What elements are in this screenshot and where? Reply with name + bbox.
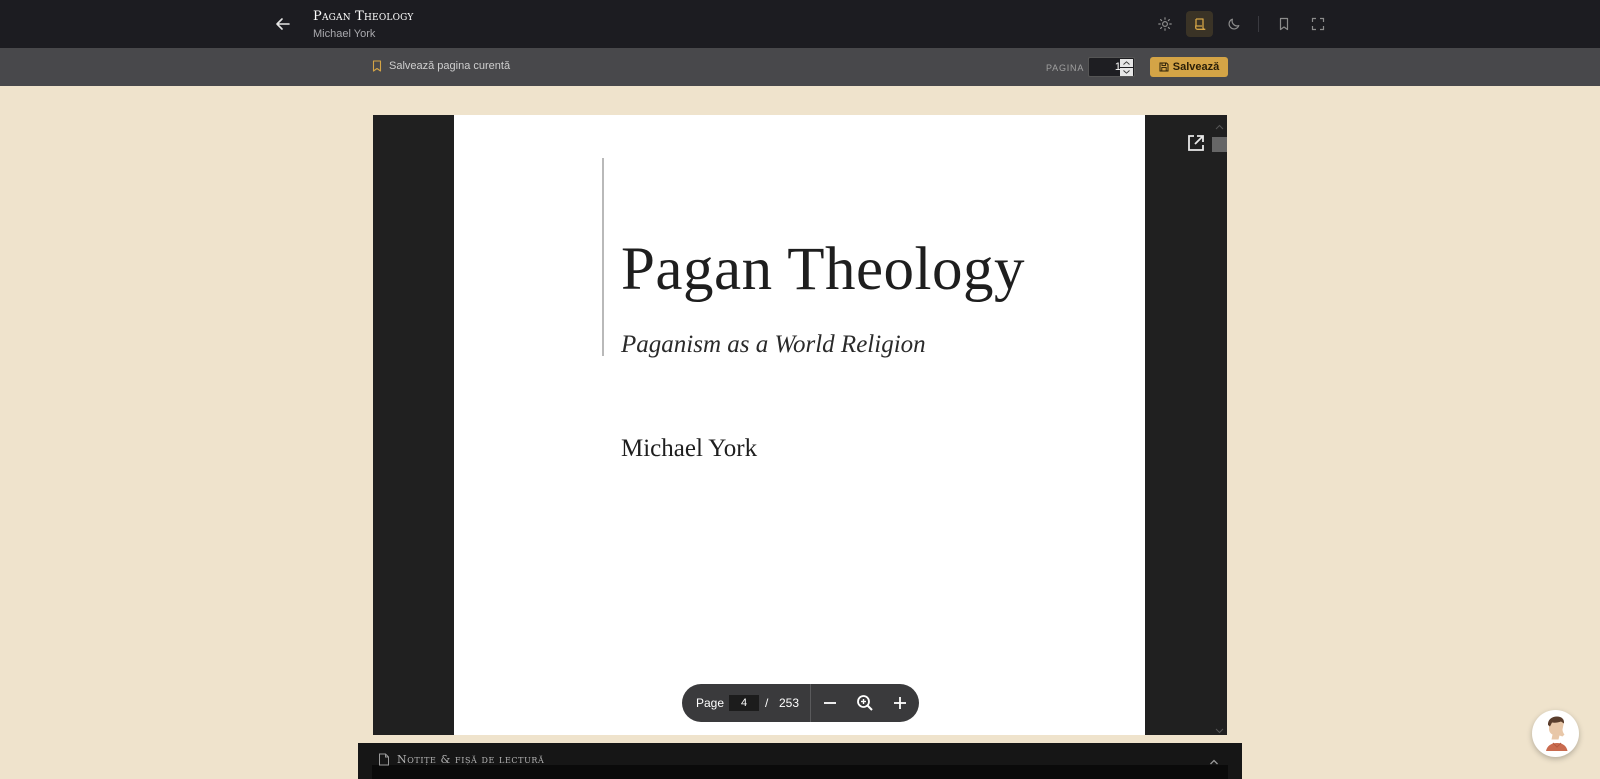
total-pages: 253 — [779, 696, 800, 710]
page-separator: / — [765, 696, 769, 710]
pdf-viewer: Pagan Theology Paganism as a World Relig… — [373, 115, 1227, 735]
notes-panel: Notițe & fișă de lectură — [358, 743, 1242, 779]
viewer-scrollbar[interactable] — [1212, 115, 1227, 735]
open-in-new-window-button[interactable] — [1186, 133, 1206, 153]
title-block: Pagan Theology Michael York — [313, 9, 414, 41]
save-button[interactable]: Salvează — [1150, 57, 1228, 77]
bust-portrait-icon — [1546, 716, 1568, 751]
chevron-down-icon — [1215, 728, 1224, 734]
document-subtitle: Paganism as a World Religion — [621, 331, 926, 358]
top-bar: Pagan Theology Michael York — [0, 0, 1600, 48]
bookmark-icon — [372, 60, 382, 72]
save-current-page-link[interactable]: Salvează pagina curentă — [372, 60, 510, 72]
chevron-up-icon — [1215, 124, 1224, 130]
scroll-thumb[interactable] — [1212, 137, 1227, 152]
zoom-in-button[interactable] — [890, 693, 910, 713]
page-save-bar: Salvează pagina curentă PAGINA 1 Salveaz… — [0, 48, 1600, 86]
chevron-up-icon — [1123, 61, 1130, 65]
title-rule — [602, 158, 604, 356]
page-navigation-toolbar: Page 4 / 253 — [682, 684, 919, 722]
chevron-down-icon — [1123, 70, 1130, 74]
scroll-down-button[interactable] — [1215, 722, 1224, 734]
current-page-input[interactable]: 4 — [729, 695, 759, 711]
zoom-reset-button[interactable] — [855, 693, 875, 713]
pager-divider — [810, 684, 811, 722]
save-button-label: Salvează — [1172, 61, 1220, 73]
scroll-icon — [1194, 18, 1205, 30]
page-decrement-button[interactable] — [1120, 68, 1133, 76]
document-icon — [379, 753, 389, 766]
back-button[interactable] — [272, 13, 294, 35]
zoom-icon — [857, 695, 873, 711]
bookmark-icon — [1279, 17, 1288, 31]
notes-panel-toggle[interactable]: Notițe & fișă de lectură — [378, 753, 544, 766]
page-number-label: PAGINA — [1046, 63, 1085, 73]
book-title: Pagan Theology — [313, 9, 414, 24]
pdf-page: Pagan Theology Paganism as a World Relig… — [454, 115, 1145, 735]
sepia-mode-button[interactable] — [1186, 11, 1213, 37]
assistant-avatar-button[interactable] — [1532, 710, 1579, 757]
chevron-up-icon — [1210, 759, 1218, 765]
page-number-value: 1 — [1114, 61, 1121, 73]
notes-panel-label: Notițe & fișă de lectură — [397, 753, 545, 766]
document-author: Michael York — [621, 435, 758, 462]
fullscreen-button[interactable] — [1304, 11, 1331, 37]
dark-mode-button[interactable] — [1220, 11, 1247, 37]
plus-icon — [894, 697, 906, 709]
floppy-disk-icon — [1159, 62, 1169, 72]
expand-notes-button[interactable] — [1208, 755, 1220, 767]
save-current-page-label: Salvează pagina curentă — [389, 60, 511, 72]
page-label: Page — [696, 696, 725, 710]
minus-icon — [824, 702, 836, 704]
light-mode-button[interactable] — [1151, 11, 1178, 37]
external-link-icon — [1188, 135, 1204, 151]
toolbar-divider — [1258, 16, 1259, 32]
page-number-input[interactable]: 1 — [1088, 57, 1135, 77]
document-title: Pagan Theology — [621, 236, 1026, 303]
moon-icon — [1228, 18, 1239, 30]
notes-panel-body — [372, 765, 1228, 779]
bookmark-button[interactable] — [1270, 11, 1297, 37]
fullscreen-icon — [1311, 17, 1324, 31]
zoom-out-button[interactable] — [820, 693, 840, 713]
sun-icon — [1157, 17, 1172, 31]
arrow-left-icon — [276, 18, 290, 30]
page-increment-button[interactable] — [1120, 59, 1133, 67]
book-author: Michael York — [313, 28, 376, 40]
scroll-up-button[interactable] — [1215, 119, 1224, 130]
